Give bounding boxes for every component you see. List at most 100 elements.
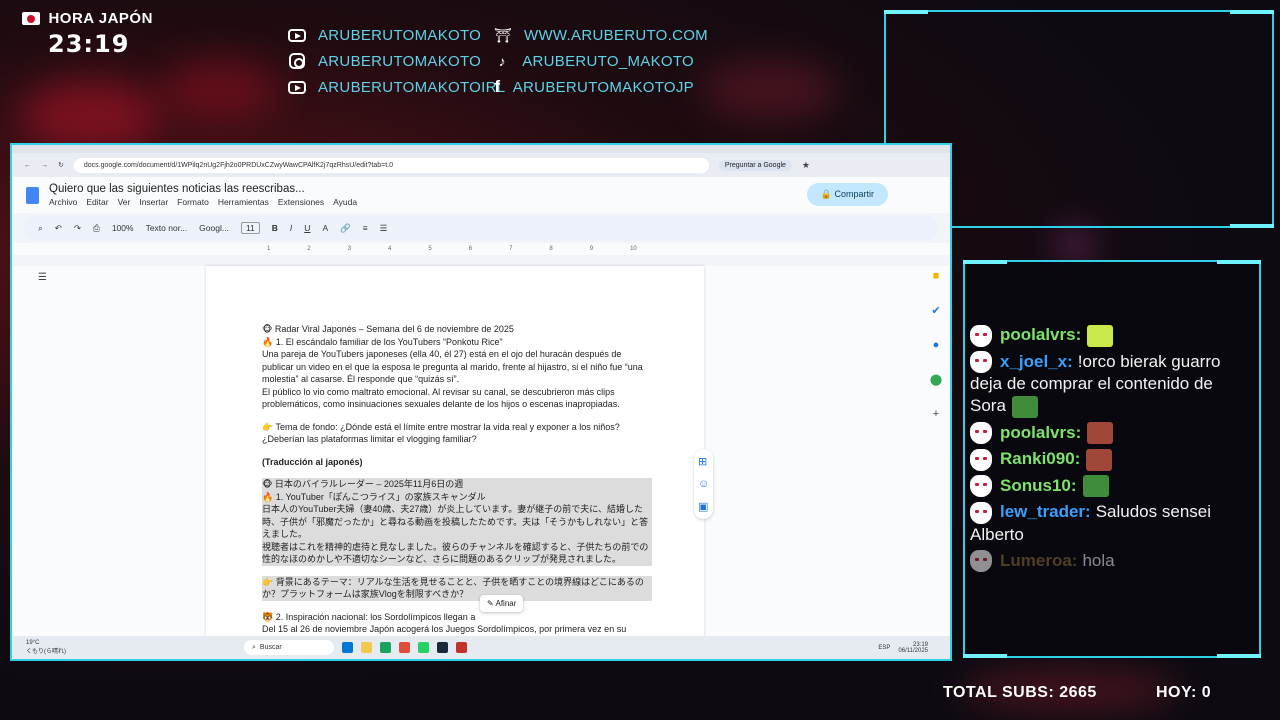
social-links: ARUBERUTOMAKOTO ⛩ WWW.ARUBERUTO.COM ARUBE…	[288, 26, 708, 96]
bold-button[interactable]: B	[272, 223, 278, 233]
chat-username[interactable]: Sonus10:	[1000, 476, 1077, 495]
chat-username[interactable]: Lumeroa:	[1000, 551, 1077, 570]
underline-button[interactable]: U	[304, 223, 310, 233]
share-button[interactable]: 🔒 Compartir	[806, 183, 888, 206]
style-select[interactable]: Texto nor...	[146, 223, 188, 233]
document-page[interactable]: 🐵 Radar Viral Japonés – Semana del 6 de …	[206, 266, 704, 647]
star-icon[interactable]: ★	[802, 160, 810, 171]
taskbar-clock[interactable]: 23:19 06/11/2025	[898, 642, 928, 654]
doc-line: Una pareja de YouTubers japoneses (ella …	[262, 349, 643, 384]
document-area: ☰ 🐵 Radar Viral Japonés – Semana del 6 d…	[12, 266, 950, 647]
weather-widget[interactable]: 19°C くもり(ら晴れ)	[26, 640, 66, 655]
doc-line: 🐵 Radar Viral Japonés – Semana del 6 de …	[262, 324, 514, 334]
floating-tools: ⊞ ☺ ▣	[694, 449, 714, 519]
facebook-icon: f	[494, 77, 501, 96]
kitsune-mask-icon	[970, 475, 992, 498]
whatsapp-icon[interactable]	[418, 642, 429, 653]
menu-formato[interactable]: Formato	[177, 197, 209, 207]
forward-icon[interactable]: →	[41, 162, 48, 169]
chat-emote-icon	[1087, 422, 1114, 445]
link-icon[interactable]: 🔗	[340, 223, 351, 234]
stream-chat: poolalvrs: x_joel_x: !orco bierak guarro d…	[963, 260, 1261, 658]
side-panel: ■ ✔ ● ⬤ +	[922, 266, 950, 636]
ask-google-button[interactable]: Preguntar a Google	[718, 159, 792, 171]
font-size-input[interactable]: 11	[240, 222, 260, 234]
menu-archivo[interactable]: Archivo	[49, 197, 77, 207]
kitsune-mask-icon	[970, 550, 992, 573]
screen-capture: ← → ↻ docs.google.com/document/d/1WPilq2…	[10, 143, 952, 661]
afinar-button[interactable]: ✎ Afinar	[480, 595, 524, 612]
url-input[interactable]: docs.google.com/document/d/1WPilq2nUg2Fj…	[73, 157, 709, 173]
image-icon[interactable]: ▣	[698, 500, 709, 513]
bokeh-light	[1060, 230, 1090, 260]
contacts-icon[interactable]: ●	[933, 339, 940, 351]
italic-button[interactable]: I	[290, 223, 292, 233]
edge-icon[interactable]	[380, 642, 391, 653]
doc-line: 日本人のYouTuber夫婦（妻40歳、夫27歳）が炎上しています。妻が継子の前…	[262, 503, 652, 541]
chat-message: x_joel_x: !orco bierak guarro deja de com…	[970, 351, 1253, 418]
text-color-button[interactable]: A	[322, 223, 328, 233]
undo-icon[interactable]: ↶	[55, 223, 62, 234]
social-youtube: ARUBERUTOMAKOTO	[288, 26, 494, 44]
windows-start-icon[interactable]	[342, 642, 353, 653]
zoom-select[interactable]: 100%	[112, 223, 134, 233]
reload-icon[interactable]: ↻	[58, 161, 64, 169]
menu-extensiones[interactable]: Extensiones	[278, 197, 324, 207]
social-instagram: ARUBERUTOMAKOTO	[288, 52, 494, 70]
taskbar-search[interactable]: ⌕ Buscar	[244, 640, 334, 655]
doc-line: El público lo vio como maltrato emociona…	[262, 386, 620, 410]
bokeh-light	[160, 60, 280, 120]
kitsune-mask-icon	[970, 422, 992, 445]
menu-insertar[interactable]: Insertar	[139, 197, 168, 207]
chat-username[interactable]: Ranki090:	[1000, 449, 1080, 468]
maps-icon[interactable]: ⬤	[930, 373, 942, 386]
doc-line: (Traducción al japonés)	[262, 456, 363, 467]
chat-username[interactable]: poolalvrs:	[1000, 423, 1081, 442]
chat-username[interactable]: poolalvrs:	[1000, 325, 1081, 344]
instagram-icon	[289, 53, 305, 69]
chat-emote-icon	[1011, 395, 1038, 418]
chat-emote-icon	[1086, 448, 1113, 471]
social-youtube-irl: ARUBERUTOMAKOTOIRL	[288, 78, 505, 96]
doc-title[interactable]: Quiero que las siguientes noticias las r…	[49, 183, 357, 195]
social-tiktok: ♪ ARUBERUTO_MAKOTO	[494, 52, 694, 70]
chat-message: poolalvrs:	[970, 422, 1253, 445]
clock-time: 23:19	[48, 30, 130, 58]
emoji-icon[interactable]: ☺	[698, 478, 709, 490]
browser-tabstrip	[12, 145, 950, 153]
add-icon[interactable]: +	[933, 408, 939, 420]
explorer-icon[interactable]	[361, 642, 372, 653]
ruler: 1 2 3 4 5 6 7 8 9 10	[12, 243, 950, 255]
menu-ver[interactable]: Ver	[118, 197, 131, 207]
search-menus-icon[interactable]: ⌕	[38, 223, 43, 234]
chat-username[interactable]: x_joel_x:	[1000, 352, 1073, 371]
font-select[interactable]: Googl...	[199, 223, 229, 233]
keep-icon[interactable]: ■	[933, 270, 940, 282]
redo-icon[interactable]: ↷	[74, 223, 81, 234]
tasks-icon[interactable]: ✔	[931, 304, 940, 317]
chat-message: Lumeroa: hola	[970, 550, 1253, 573]
language-indicator[interactable]: ESP	[878, 645, 890, 651]
youtube-icon	[288, 80, 306, 94]
doc-line: 🔥 1. El escándalo familiar de los YouTub…	[262, 336, 503, 347]
back-icon[interactable]: ←	[24, 162, 31, 169]
doc-line: 👉 Tema de fondo: ¿Dónde está el límite e…	[262, 421, 620, 445]
bokeh-light	[700, 60, 840, 120]
add-comment-icon[interactable]: ⊞	[698, 455, 709, 468]
chat-emote-icon	[1082, 475, 1109, 498]
docs-menubar: Archivo Editar Ver Insertar Formato Herr…	[49, 197, 357, 207]
list-icon[interactable]: ☰	[380, 223, 388, 234]
kitsune-mask-icon	[970, 501, 992, 524]
app-icon[interactable]	[456, 642, 467, 653]
total-subs: TOTAL SUBS: 2665	[943, 684, 1097, 701]
menu-herramientas[interactable]: Herramientas	[218, 197, 269, 207]
print-icon[interactable]: ⎙	[93, 223, 100, 234]
clock-label: HORA JAPÓN	[48, 10, 153, 28]
chrome-icon[interactable]	[399, 642, 410, 653]
outline-icon[interactable]: ☰	[38, 272, 47, 283]
align-icon[interactable]: ≡	[363, 223, 368, 233]
menu-ayuda[interactable]: Ayuda	[333, 197, 357, 207]
menu-editar[interactable]: Editar	[86, 197, 108, 207]
chat-username[interactable]: lew_trader:	[1000, 502, 1091, 521]
steam-icon[interactable]	[437, 642, 448, 653]
